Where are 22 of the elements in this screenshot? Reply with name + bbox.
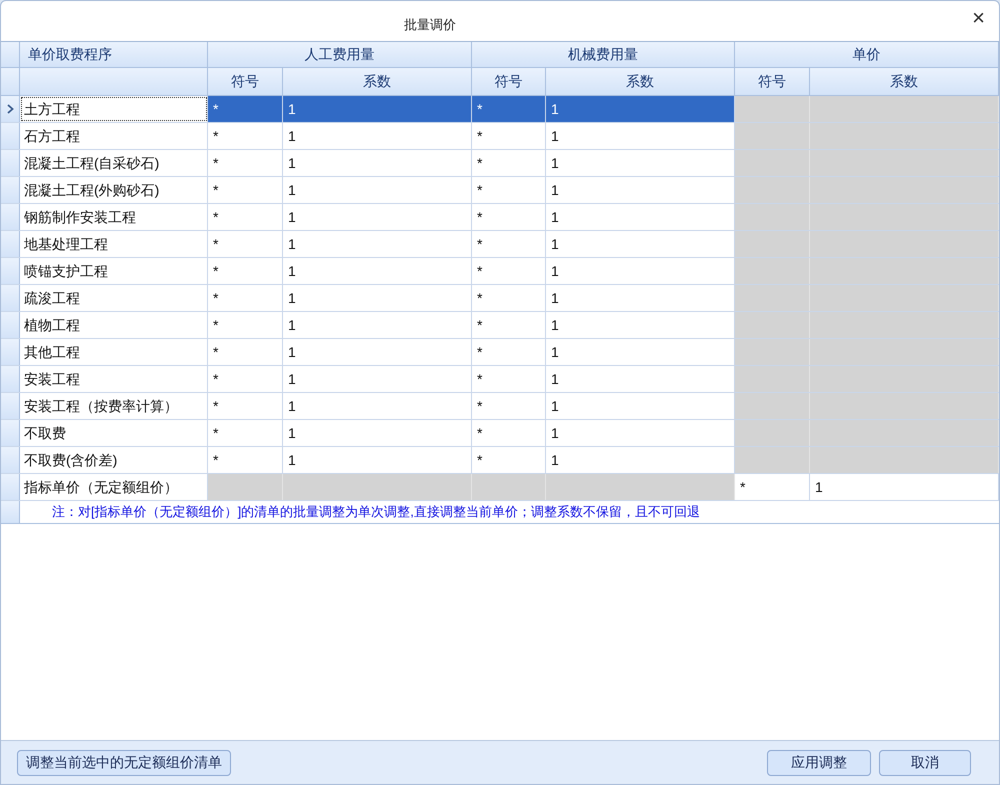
cancel-button[interactable]: 取消 bbox=[879, 750, 971, 776]
note-text: 注：对[指标单价（无定额组价）]的清单的批量调整为单次调整,直接调整当前单价；调整系数不保留，且不可回退 bbox=[51, 503, 700, 522]
column-header: 符号 bbox=[735, 68, 810, 95]
column-header: 单价 bbox=[735, 42, 999, 67]
coefficient-cell: 1 bbox=[546, 96, 735, 122]
column-header: 系数 bbox=[283, 68, 472, 95]
symbol-cell: * bbox=[472, 96, 546, 122]
column-header: 系数 bbox=[546, 68, 735, 95]
column-header: 人工费用量 bbox=[208, 42, 472, 67]
coefficient-cell: 1 bbox=[283, 96, 472, 122]
column-header: 单价取费程序 bbox=[20, 42, 208, 67]
window-title: 批量调价 bbox=[404, 16, 456, 34]
close-button[interactable]: × bbox=[968, 7, 989, 29]
symbol-cell: * bbox=[208, 96, 283, 122]
apply-button[interactable]: 应用调整 bbox=[767, 750, 871, 776]
row-pointer-icon bbox=[6, 104, 14, 114]
column-header: 符号 bbox=[208, 68, 283, 95]
fee-name-cell: 土方工程 bbox=[20, 96, 208, 122]
column-header: 符号 bbox=[472, 68, 546, 95]
column-header: 机械费用量 bbox=[472, 42, 735, 67]
adjust-selected-button[interactable]: 调整当前选中的无定额组价清单 bbox=[17, 750, 231, 776]
column-header: 系数 bbox=[810, 68, 999, 95]
